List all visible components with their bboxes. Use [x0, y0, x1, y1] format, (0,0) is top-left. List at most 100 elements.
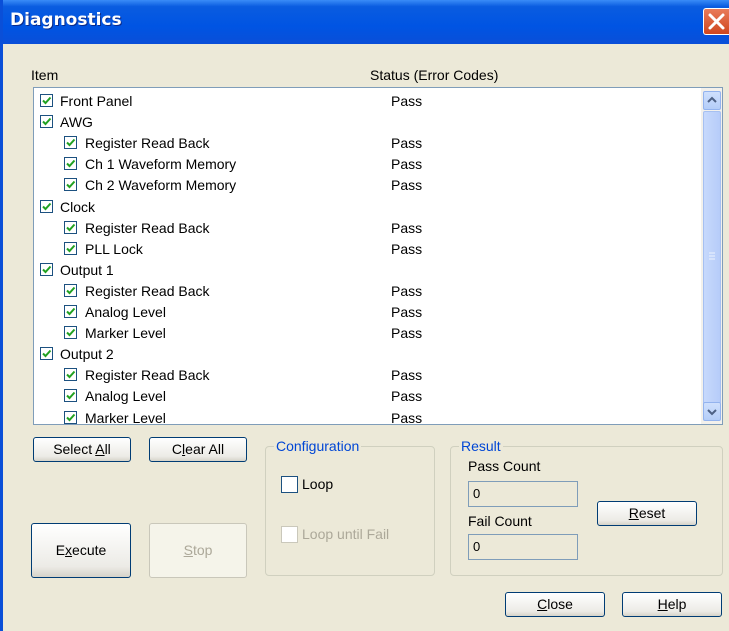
list-item[interactable]: Ch 1 Waveform Memory Pass	[34, 155, 694, 176]
item-status: Pass	[391, 219, 423, 236]
checkmark-icon	[66, 286, 76, 295]
item-label: Ch 1 Waveform Memory	[85, 156, 237, 173]
close-button[interactable]: Close	[505, 592, 605, 617]
list-item[interactable]: AWG	[34, 113, 694, 134]
list-item[interactable]: Analog Level Pass	[34, 303, 694, 324]
item-status: Pass	[391, 240, 423, 257]
checkmark-icon	[66, 413, 76, 421]
checkmark-icon	[42, 96, 52, 105]
list-item[interactable]: Marker Level Pass	[34, 409, 694, 425]
item-checkbox[interactable]	[64, 220, 77, 234]
status-column-header: Status (Error Codes)	[370, 67, 499, 83]
title-bar: Diagnostics	[3, 0, 729, 44]
grip-icon	[709, 252, 715, 260]
item-checkbox[interactable]	[64, 178, 77, 192]
loop-until-fail-checkbox[interactable]	[281, 526, 298, 543]
item-checkbox[interactable]	[40, 115, 53, 129]
item-label: Output 1	[60, 261, 114, 278]
item-checkbox[interactable]	[40, 347, 53, 361]
configuration-title: Configuration	[274, 438, 362, 454]
select-all-label: Select	[53, 441, 96, 457]
pass-count-field: 0	[468, 481, 578, 507]
item-label: Clock	[60, 198, 96, 215]
checkmark-icon	[66, 244, 76, 253]
reset-button[interactable]: Reset	[597, 501, 697, 526]
item-label: Output 2	[60, 346, 114, 363]
close-icon	[708, 13, 725, 30]
clear-all-label: C	[171, 441, 183, 457]
list-item[interactable]: Register Read Back Pass	[34, 366, 694, 387]
result-group: Result Pass Count 0 Fail Count 0 Reset	[450, 438, 723, 576]
item-label: Register Read Back	[85, 219, 210, 236]
checkmark-icon	[42, 117, 52, 126]
item-label: Ch 2 Waveform Memory	[85, 177, 237, 194]
select-all-label-rest: ll	[104, 441, 111, 457]
reset-mnemonic: R	[628, 505, 639, 521]
loop-checkbox[interactable]	[281, 476, 298, 493]
list-item[interactable]: Register Read Back Pass	[34, 282, 694, 303]
item-checkbox[interactable]	[64, 305, 77, 318]
execute-button[interactable]: Execute	[31, 523, 131, 578]
list-item[interactable]: Marker Level Pass	[34, 324, 694, 345]
diagnostics-dialog: Diagnostics Item Status (Error Codes) Fr…	[0, 0, 729, 631]
item-status: Pass	[391, 282, 423, 299]
chevron-up-icon	[707, 96, 717, 103]
item-checkbox[interactable]	[64, 136, 77, 150]
item-checkbox[interactable]	[64, 283, 77, 297]
close-window-button[interactable]	[703, 8, 729, 35]
item-column-header: Item	[31, 67, 59, 83]
stop-mnemonic: S	[183, 542, 193, 558]
scroll-down-button[interactable]	[703, 402, 721, 421]
item-status: Pass	[391, 367, 423, 384]
item-checkbox[interactable]	[40, 94, 53, 107]
checkmark-icon	[66, 307, 76, 316]
list-item[interactable]: Output 2	[34, 345, 694, 366]
list-item[interactable]: Register Read Back Pass	[34, 219, 694, 240]
loop-until-fail-label: Loop until Fail	[302, 526, 390, 542]
checkmark-icon	[66, 328, 76, 337]
item-label: Front Panel	[60, 93, 133, 109]
item-checkbox[interactable]	[64, 326, 77, 340]
vertical-scrollbar[interactable]	[701, 88, 722, 424]
diagnostics-list[interactable]: Front Panel Pass AWG Register Read Back Pass…	[33, 87, 723, 425]
stop-button[interactable]: Stop	[149, 523, 247, 578]
list-item[interactable]: Clock	[34, 198, 694, 219]
item-checkbox[interactable]	[64, 410, 77, 424]
help-label-rest: elp	[667, 596, 687, 612]
item-label: Analog Level	[85, 304, 166, 320]
execute-label: E	[55, 542, 66, 558]
list-item[interactable]: Analog Level Pass	[34, 387, 694, 408]
item-label: Register Read Back	[85, 367, 210, 384]
list-item[interactable]: Register Read Back Pass	[34, 134, 694, 155]
clear-all-button[interactable]: Clear All	[149, 437, 247, 462]
item-label: Register Read Back	[85, 135, 210, 152]
item-checkbox[interactable]	[40, 199, 53, 213]
item-checkbox[interactable]	[64, 389, 77, 403]
item-status: Pass	[391, 156, 423, 173]
item-checkbox[interactable]	[64, 368, 77, 382]
scroll-up-button[interactable]	[703, 91, 721, 110]
list-item[interactable]: Ch 2 Waveform Memory Pass	[34, 176, 694, 197]
help-button[interactable]: Help	[622, 592, 722, 617]
item-label: Marker Level	[85, 409, 166, 425]
close-label-rest: lose	[547, 596, 573, 612]
checkmark-icon	[66, 160, 76, 168]
checkmark-icon	[42, 265, 52, 274]
item-checkbox[interactable]	[40, 262, 53, 276]
pass-count-label: Pass Count	[468, 458, 541, 474]
select-all-button[interactable]: Select All	[33, 437, 131, 462]
chevron-down-icon	[707, 409, 717, 416]
item-label: Analog Level	[85, 388, 166, 405]
scroll-thumb[interactable]	[703, 111, 721, 404]
item-status: Pass	[391, 304, 423, 320]
fail-count-label: Fail Count	[468, 513, 532, 529]
stop-label-rest: top	[192, 542, 213, 558]
item-checkbox[interactable]	[64, 241, 77, 255]
list-item[interactable]: Front Panel Pass	[34, 92, 694, 113]
execute-mnemonic: x	[65, 542, 73, 558]
item-checkbox[interactable]	[64, 157, 77, 171]
item-status: Pass	[391, 388, 423, 405]
list-item[interactable]: PLL Lock Pass	[34, 240, 694, 261]
list-item[interactable]: Output 1	[34, 261, 694, 282]
item-status: Pass	[391, 135, 423, 152]
